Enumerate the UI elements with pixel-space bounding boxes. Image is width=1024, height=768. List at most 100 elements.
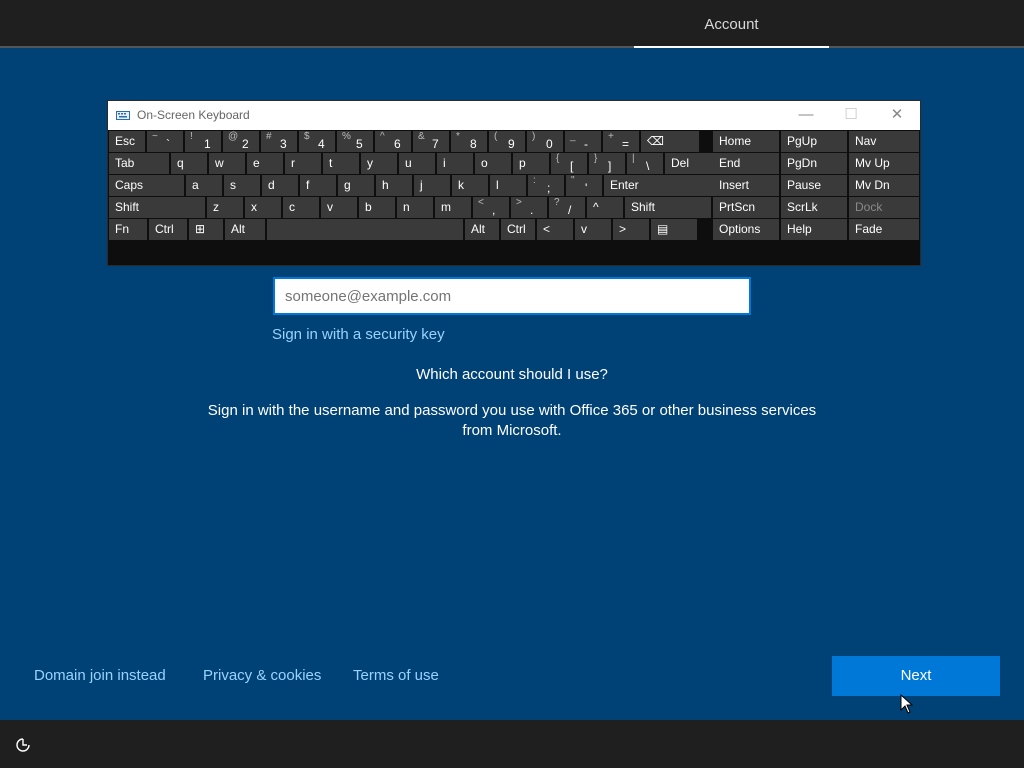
key-esc[interactable]: Esc bbox=[109, 131, 145, 152]
key-row1-4[interactable]: #3 bbox=[261, 131, 297, 152]
key-x[interactable]: x bbox=[245, 197, 281, 218]
key-t[interactable]: t bbox=[323, 153, 359, 174]
key-row4-8[interactable]: <, bbox=[473, 197, 509, 218]
key-pause[interactable]: Pause bbox=[781, 175, 847, 196]
key-ctrl[interactable]: Ctrl bbox=[149, 219, 187, 240]
key-pgup[interactable]: PgUp bbox=[781, 131, 847, 152]
key-sym-4-10[interactable]: ▤ bbox=[651, 219, 697, 240]
key-row2-11[interactable]: {[ bbox=[551, 153, 587, 174]
key-a[interactable]: a bbox=[186, 175, 222, 196]
key-row4-10[interactable]: ? / bbox=[549, 197, 585, 218]
key-j[interactable]: j bbox=[414, 175, 450, 196]
key-g[interactable]: g bbox=[338, 175, 374, 196]
key-options[interactable]: Options bbox=[713, 219, 779, 240]
osk-title-bar[interactable]: On-Screen Keyboard — ☐ ✕ bbox=[108, 101, 920, 130]
key-v[interactable]: v bbox=[575, 219, 611, 240]
key-b[interactable]: b bbox=[359, 197, 395, 218]
key-row1-12[interactable]: _ - bbox=[565, 131, 601, 152]
key-row1-1[interactable]: ~ ` bbox=[147, 131, 183, 152]
key-sym-4-9[interactable]: > bbox=[613, 219, 649, 240]
on-screen-keyboard-window[interactable]: On-Screen Keyboard — ☐ ✕ Esc ~ `! 1 @2 #3 $4% 5… bbox=[108, 101, 920, 265]
key-fade[interactable]: Fade bbox=[849, 219, 919, 240]
key-r[interactable]: r bbox=[285, 153, 321, 174]
security-key-link[interactable]: Sign in with a security key bbox=[272, 326, 445, 343]
key-scrlk[interactable]: ScrLk bbox=[781, 197, 847, 218]
key-row1-13[interactable]: + = bbox=[603, 131, 639, 152]
key-d[interactable]: d bbox=[262, 175, 298, 196]
key-u[interactable]: u bbox=[399, 153, 435, 174]
key-label: g bbox=[344, 178, 351, 192]
key-space[interactable] bbox=[267, 219, 463, 240]
key-pgdn[interactable]: PgDn bbox=[781, 153, 847, 174]
key-row1-9[interactable]: * 8 bbox=[451, 131, 487, 152]
key-end[interactable]: End bbox=[713, 153, 779, 174]
key-label: p bbox=[519, 156, 526, 170]
key-tab[interactable]: Tab bbox=[109, 153, 169, 174]
key-row1-8[interactable]: & 7 bbox=[413, 131, 449, 152]
key-f[interactable]: f bbox=[300, 175, 336, 196]
key-alt[interactable]: Alt bbox=[465, 219, 499, 240]
key-o[interactable]: o bbox=[475, 153, 511, 174]
key-sym-3-11[interactable]: ^ bbox=[587, 197, 623, 218]
key-k[interactable]: k bbox=[452, 175, 488, 196]
key-sym-4-7[interactable]: < bbox=[537, 219, 573, 240]
key-help[interactable]: Help bbox=[781, 219, 847, 240]
maximize-button[interactable]: ☐ bbox=[836, 105, 866, 125]
key-row2-12[interactable]: }] bbox=[589, 153, 625, 174]
key-h[interactable]: h bbox=[376, 175, 412, 196]
email-input[interactable] bbox=[273, 277, 751, 315]
key-nav[interactable]: Nav bbox=[849, 131, 919, 152]
key-fn[interactable]: Fn bbox=[109, 219, 147, 240]
key-sym-4-2[interactable]: ⊞ bbox=[189, 219, 223, 240]
key-caps[interactable]: Caps bbox=[109, 175, 184, 196]
key-row1-7[interactable]: ^ 6 bbox=[375, 131, 411, 152]
key-row1-2[interactable]: ! 1 bbox=[185, 131, 221, 152]
key-l[interactable]: l bbox=[490, 175, 526, 196]
key-mv-up[interactable]: Mv Up bbox=[849, 153, 919, 174]
key-label: Dock bbox=[855, 200, 883, 214]
privacy-link[interactable]: Privacy & cookies bbox=[203, 667, 321, 684]
key-v[interactable]: v bbox=[321, 197, 357, 218]
key-label: e bbox=[253, 156, 260, 170]
key-sym-0-14[interactable]: ⌫ bbox=[641, 131, 699, 152]
key-w[interactable]: w bbox=[209, 153, 245, 174]
key-home[interactable]: Home bbox=[713, 131, 779, 152]
key-label: j bbox=[420, 178, 423, 192]
key-insert[interactable]: Insert bbox=[713, 175, 779, 196]
key-row1-5[interactable]: $4 bbox=[299, 131, 335, 152]
domain-join-link[interactable]: Domain join instead bbox=[34, 667, 166, 684]
key-shift[interactable]: Shift bbox=[109, 197, 205, 218]
key-row2-13[interactable]: | \ bbox=[627, 153, 663, 174]
key-row1-10[interactable]: (9 bbox=[489, 131, 525, 152]
minimize-button[interactable]: — bbox=[791, 105, 821, 125]
ease-of-access-icon[interactable] bbox=[14, 736, 32, 754]
key-shift[interactable]: Shift bbox=[625, 197, 711, 218]
close-button[interactable]: ✕ bbox=[882, 105, 912, 125]
key-ctrl[interactable]: Ctrl bbox=[501, 219, 535, 240]
key-row1-11[interactable]: ) 0 bbox=[527, 131, 563, 152]
key-mv-dn[interactable]: Mv Dn bbox=[849, 175, 919, 196]
key-i[interactable]: i bbox=[437, 153, 473, 174]
key-z[interactable]: z bbox=[207, 197, 243, 218]
key-c[interactable]: c bbox=[283, 197, 319, 218]
key-e[interactable]: e bbox=[247, 153, 283, 174]
key-row1-3[interactable]: @2 bbox=[223, 131, 259, 152]
key-alt[interactable]: Alt bbox=[225, 219, 265, 240]
key-y[interactable]: y bbox=[361, 153, 397, 174]
key-q[interactable]: q bbox=[171, 153, 207, 174]
key-n[interactable]: n bbox=[397, 197, 433, 218]
key-row4-9[interactable]: >. bbox=[511, 197, 547, 218]
key-del[interactable]: Del bbox=[665, 153, 719, 174]
key-label: x bbox=[251, 200, 257, 214]
key-row3-10[interactable]: :; bbox=[528, 175, 564, 196]
key-row1-6[interactable]: % 5 bbox=[337, 131, 373, 152]
terms-link[interactable]: Terms of use bbox=[353, 667, 439, 684]
key-enter[interactable]: Enter bbox=[604, 175, 721, 196]
next-button[interactable]: Next bbox=[832, 656, 1000, 696]
key-s[interactable]: s bbox=[224, 175, 260, 196]
key-prtscn[interactable]: PrtScn bbox=[713, 197, 779, 218]
tab-account[interactable]: Account bbox=[634, 0, 829, 48]
key-row3-11[interactable]: " ' bbox=[566, 175, 602, 196]
key-p[interactable]: p bbox=[513, 153, 549, 174]
key-m[interactable]: m bbox=[435, 197, 471, 218]
